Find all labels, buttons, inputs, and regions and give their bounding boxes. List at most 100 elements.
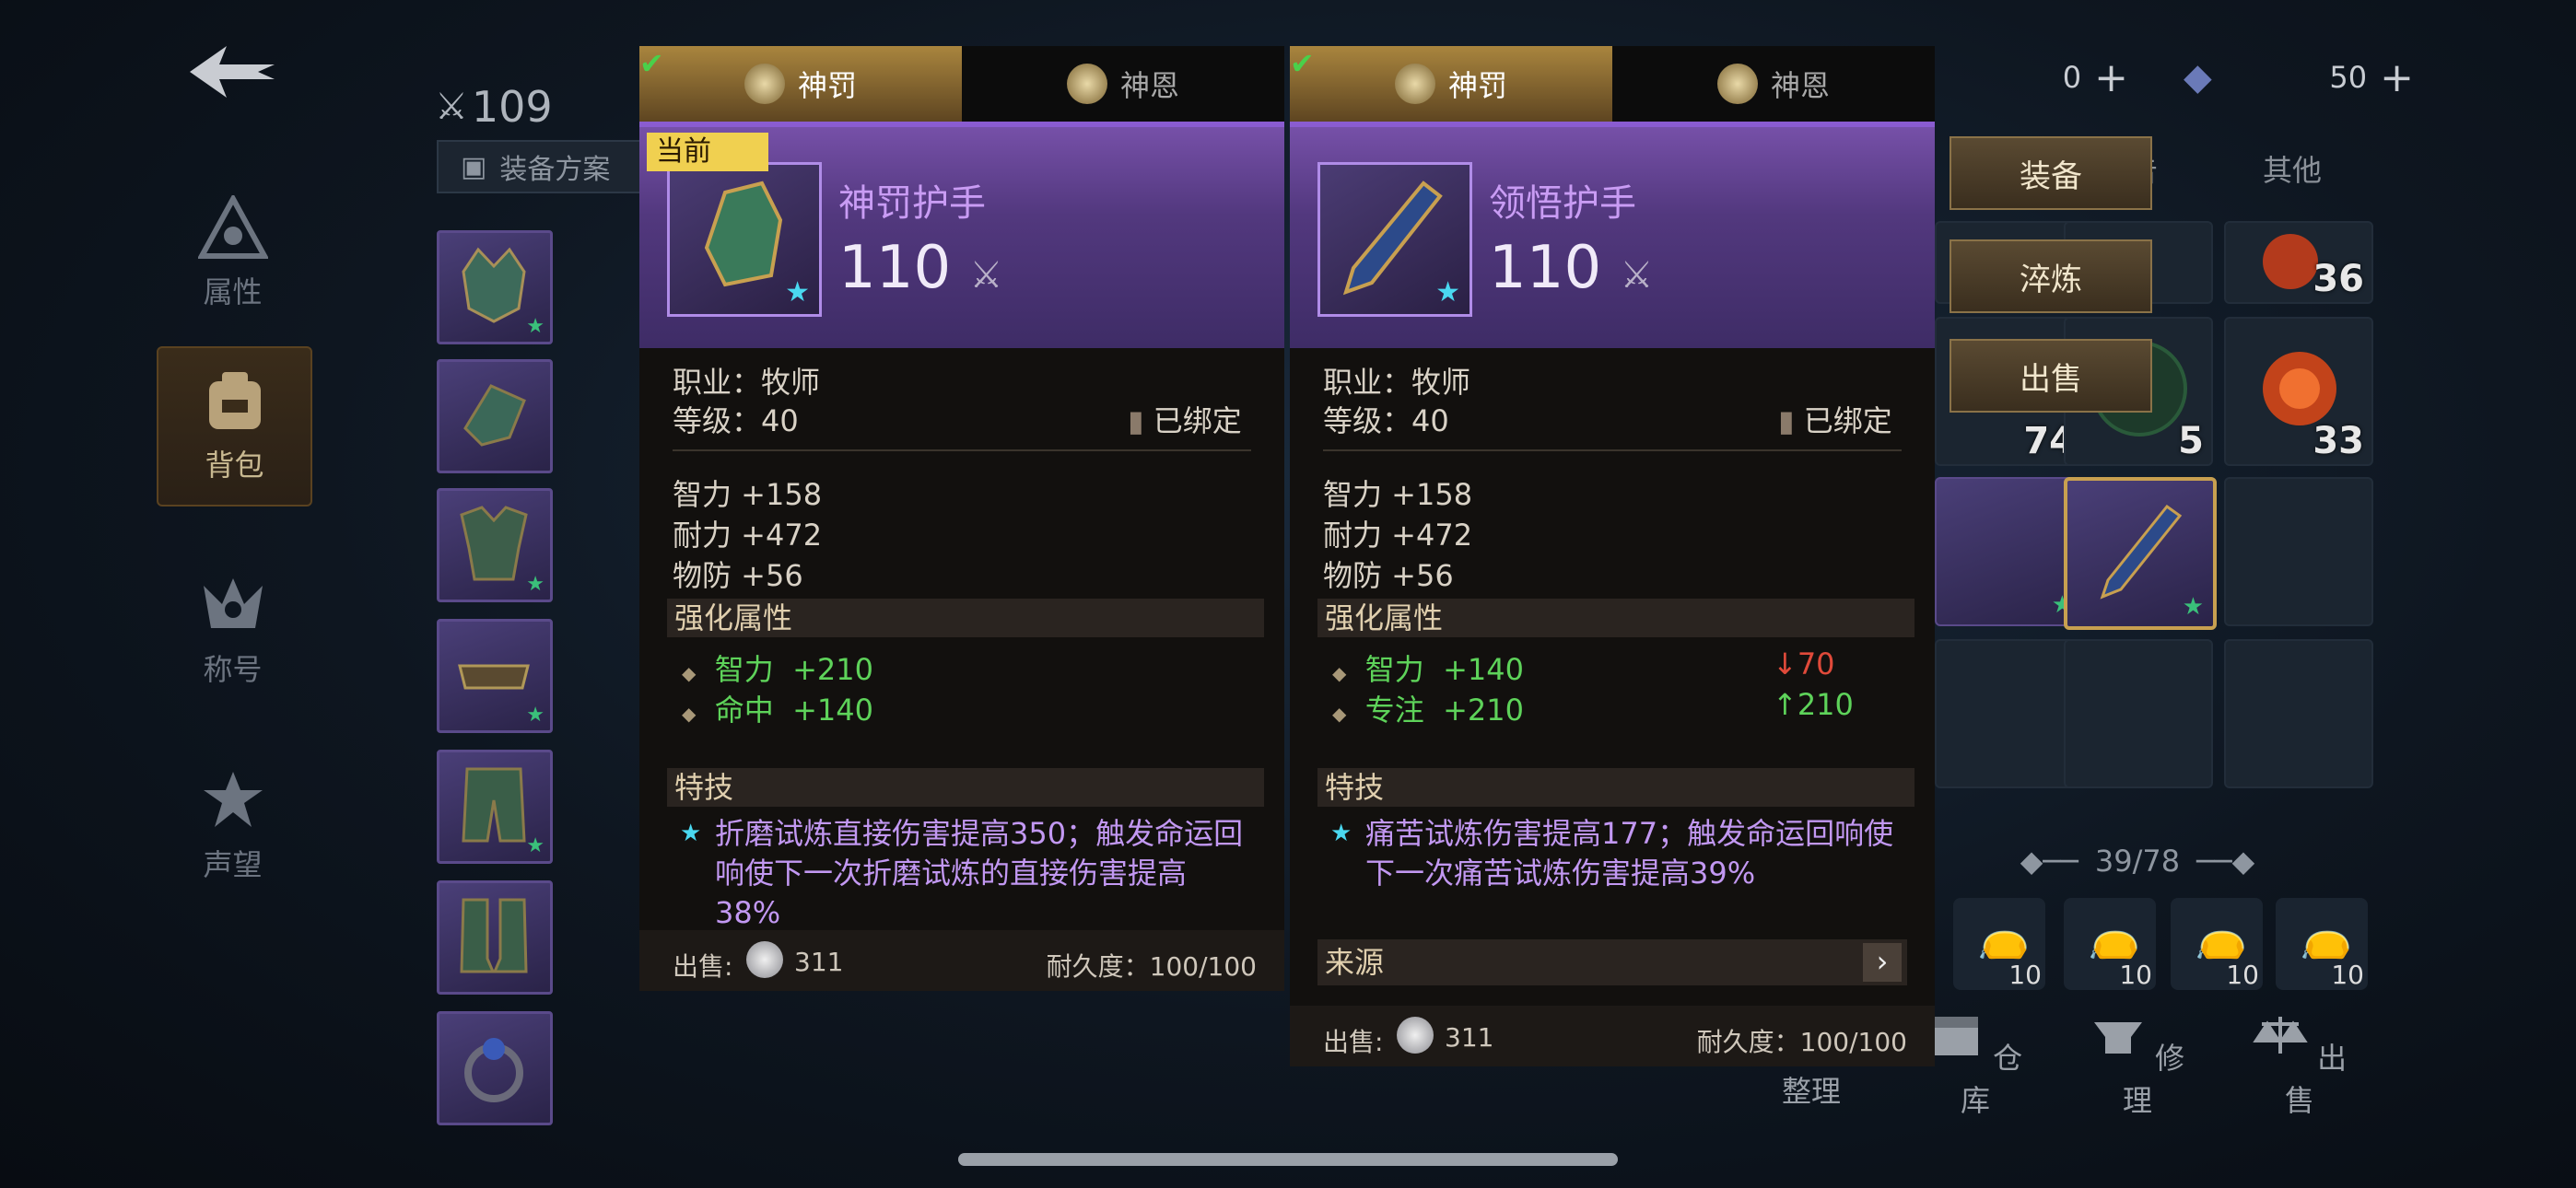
- stat-diff-up: ↑210: [1773, 687, 1854, 722]
- bag-size: 10: [2008, 960, 2042, 990]
- back-arrow-icon: [190, 46, 275, 98]
- job-req: 职业：牧师: [1323, 365, 1471, 400]
- equip-button[interactable]: 装备: [1950, 136, 2152, 210]
- skill-title: 特技: [1317, 768, 1914, 807]
- sell-price: 311: [1445, 1022, 1494, 1053]
- star-icon: ★: [526, 834, 544, 857]
- level-req: 等级：40: [1323, 403, 1449, 438]
- equip-slot-chest[interactable]: ★: [437, 488, 553, 602]
- enhance-line: ◆ 专注 +210: [1332, 693, 1524, 728]
- equip-plan-label: 装备方案: [499, 154, 611, 186]
- bound-status: ▮ 已绑定: [1778, 403, 1892, 438]
- tab-other[interactable]: 其他: [2211, 147, 2373, 190]
- item-name: 领悟护手: [1489, 182, 1636, 225]
- nav-attributes[interactable]: 属性: [157, 175, 309, 332]
- star-icon: ★: [526, 573, 544, 596]
- sell-button[interactable]: 出售: [1950, 339, 2152, 413]
- repair-button[interactable]: 修理: [2082, 1013, 2193, 1120]
- level-req: 等级：40: [673, 403, 799, 438]
- home-indicator[interactable]: [958, 1153, 1618, 1166]
- inventory-slot[interactable]: [2224, 639, 2373, 788]
- tab-grace[interactable]: 神恩: [1612, 46, 1935, 122]
- check-icon: ✔: [639, 46, 664, 81]
- back-button[interactable]: [181, 39, 284, 105]
- equip-slot-ring[interactable]: [437, 1011, 553, 1125]
- stat-line: 智力 +158: [673, 477, 823, 512]
- bag-slot[interactable]: 👝 10: [2064, 898, 2156, 990]
- inventory-slot-selected[interactable]: ★: [2064, 477, 2217, 630]
- inventory-slot[interactable]: ★: [1935, 477, 2084, 626]
- item-count: 36: [2313, 258, 2364, 300]
- job-req: 职业：牧师: [673, 365, 821, 400]
- titles-icon: [203, 578, 263, 628]
- currency-b-value: 50: [2329, 60, 2368, 95]
- plus-icon: +: [2094, 53, 2128, 101]
- arrow-down-icon: ↓: [1773, 646, 1797, 681]
- chevron-left-icon[interactable]: ◆──: [2020, 844, 2078, 879]
- wing-emblem-icon: [1066, 64, 1107, 104]
- inventory-slot[interactable]: [1935, 639, 2084, 788]
- star-icon: ★: [785, 276, 810, 309]
- item-count: 33: [2313, 420, 2364, 462]
- star-icon: ★: [526, 315, 544, 338]
- chevron-right-icon[interactable]: ──◆: [2196, 844, 2254, 879]
- inventory-slot[interactable]: 36: [2224, 221, 2373, 304]
- currency-b[interactable]: ◆ 50 +: [2184, 53, 2414, 101]
- nav-backpack[interactable]: 背包: [157, 346, 312, 507]
- item-count: 5: [2178, 420, 2204, 462]
- nav-label: 背包: [205, 448, 264, 483]
- item-name: 神罚护手: [838, 182, 986, 225]
- sell-all-button[interactable]: 出售: [2244, 1013, 2355, 1120]
- sell-price: 311: [794, 947, 844, 977]
- star-icon: ★: [1435, 276, 1460, 309]
- sell-label: 出售:: [673, 951, 733, 982]
- shoulder-icon: [463, 384, 526, 447]
- nav-titles[interactable]: 称号: [157, 553, 309, 709]
- bag-slot[interactable]: 👝 10: [2276, 898, 2368, 990]
- equip-slot-belt[interactable]: ★: [437, 619, 553, 733]
- nav-reputation[interactable]: 声望: [157, 748, 309, 904]
- inventory-slot[interactable]: 33: [2224, 317, 2373, 466]
- equip-slot-shoulder[interactable]: [437, 359, 553, 473]
- current-badge: 当前: [647, 133, 768, 171]
- sort-label: 整理: [1781, 1074, 1841, 1109]
- inventory-slot[interactable]: [2064, 639, 2213, 788]
- inventory-slot[interactable]: [2224, 477, 2373, 626]
- enhance-line: ◆ 智力 +210: [682, 652, 873, 687]
- equip-slot-legs[interactable]: ★: [437, 750, 553, 864]
- enhance-line: ◆ 智力 +140: [1332, 652, 1524, 687]
- stat-line: 耐力 +472: [1323, 518, 1473, 553]
- star-icon: ★: [680, 820, 702, 847]
- bag-size: 10: [2226, 960, 2259, 990]
- warehouse-button[interactable]: 仓库: [1920, 1013, 2031, 1120]
- equip-slot-boots[interactable]: [437, 880, 553, 995]
- tab-punishment[interactable]: 神罚: [1290, 46, 1612, 122]
- plus-icon: +: [2380, 53, 2414, 101]
- currency-a-value: 0: [2062, 60, 2082, 95]
- diamond-icon: ◆: [1332, 703, 1347, 725]
- bag-slot[interactable]: 👝 10: [2171, 898, 2263, 990]
- tooltip-tabs: 神罚 神恩: [639, 46, 1284, 122]
- skill-description: 痛苦试炼伤害提高177；触发命运回响使下一次痛苦试炼伤害提高39%: [1365, 816, 1894, 891]
- bag-slot[interactable]: 👝 10: [1953, 898, 2045, 990]
- tab-grace[interactable]: 神恩: [962, 46, 1284, 122]
- helmet-icon: [462, 247, 526, 323]
- bound-status: ▮ 已绑定: [1128, 403, 1242, 438]
- equip-slot-helmet[interactable]: ★: [437, 230, 553, 344]
- tooltip-footer: 出售: 311 耐久度：100/100: [1290, 1006, 1935, 1066]
- stat-line: 智力 +158: [1323, 477, 1473, 512]
- swords-icon: ⚔: [435, 86, 468, 128]
- equip-plan-button[interactable]: ▣ 装备方案: [437, 140, 645, 193]
- source-row[interactable]: 来源 ›: [1317, 939, 1907, 985]
- currency-a[interactable]: 0 +: [1926, 53, 2128, 101]
- item-portrait: ★: [1317, 162, 1472, 317]
- durability: 耐久度：100/100: [1696, 1027, 1907, 1057]
- bag-icon: 👝: [1977, 911, 2031, 961]
- capacity-value: 39/78: [2094, 844, 2181, 879]
- tab-punishment[interactable]: 神罚: [639, 46, 962, 122]
- swords-icon: ⚔: [969, 254, 1003, 297]
- item-level: 110 ⚔: [838, 234, 1003, 302]
- refine-button[interactable]: 淬炼: [1950, 239, 2152, 313]
- tooltip-footer: 出售: 311 耐久度：100/100: [639, 930, 1284, 991]
- silver-coin-icon: [746, 941, 783, 978]
